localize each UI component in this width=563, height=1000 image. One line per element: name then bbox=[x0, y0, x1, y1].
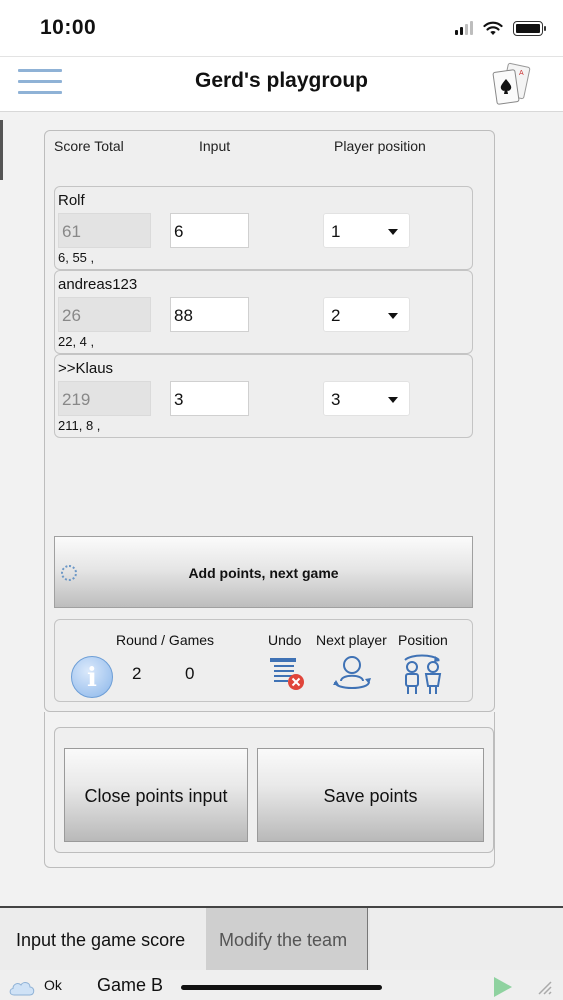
score-total-field: 61 bbox=[58, 213, 151, 248]
round-games-label: Round / Games bbox=[116, 632, 215, 648]
score-input[interactable]: 3 bbox=[170, 381, 249, 416]
tab-bar: Input the game score Modify the team bbox=[0, 906, 563, 970]
player-card-andreas123: andreas123 26 88 22, 4 , 2 bbox=[54, 270, 473, 354]
undo-list-icon[interactable] bbox=[268, 656, 308, 692]
resize-grip-icon bbox=[538, 981, 552, 995]
col-header-player-position: Player position bbox=[334, 138, 426, 154]
play-icon[interactable] bbox=[494, 977, 512, 997]
score-history: 22, 4 , bbox=[58, 334, 95, 349]
sync-status: Ok bbox=[44, 977, 62, 993]
caret-down-icon bbox=[388, 397, 398, 403]
left-edge-marker bbox=[0, 120, 3, 180]
svg-text:A: A bbox=[519, 70, 524, 77]
app-header: Gerd's playgroup A bbox=[0, 56, 563, 112]
add-points-label: Add points, next game bbox=[188, 565, 339, 581]
score-history: 211, 8 , bbox=[58, 418, 101, 433]
cloud-icon bbox=[9, 982, 35, 996]
round-stats-panel: i Round / Games 2 0 Undo Next player Pos… bbox=[54, 619, 473, 702]
score-total-field: 26 bbox=[58, 297, 151, 332]
battery-icon bbox=[513, 20, 546, 36]
status-bar: 10:00 bbox=[0, 0, 563, 56]
info-icon[interactable]: i bbox=[71, 656, 113, 698]
col-header-score-total: Score Total bbox=[54, 138, 124, 154]
footer-bar: Ok Game B bbox=[0, 970, 563, 1000]
tab-modify-team[interactable]: Modify the team bbox=[206, 908, 368, 970]
position-label: Position bbox=[398, 632, 448, 648]
round-value: 2 bbox=[132, 664, 142, 683]
undo-label: Undo bbox=[268, 632, 302, 648]
signal-icon bbox=[455, 21, 473, 35]
score-input[interactable]: 6 bbox=[170, 213, 249, 248]
player-name: >>Klaus bbox=[58, 360, 114, 377]
caret-down-icon bbox=[388, 313, 398, 319]
playing-cards-icon[interactable]: A bbox=[489, 61, 537, 109]
player-position-select[interactable]: 2 bbox=[323, 297, 410, 332]
score-total-field: 219 bbox=[58, 381, 151, 416]
player-name: andreas123 bbox=[58, 276, 138, 293]
games-value: 0 bbox=[185, 664, 195, 683]
status-time: 10:00 bbox=[40, 16, 97, 39]
page-title: Gerd's playgroup bbox=[194, 69, 369, 92]
player-position-value: 1 bbox=[331, 222, 341, 241]
status-icons bbox=[455, 19, 546, 37]
player-position-value: 3 bbox=[331, 390, 341, 409]
player-card-rolf: Rolf 61 6 6, 55 , 1 bbox=[54, 186, 473, 270]
position-swap-icon[interactable] bbox=[399, 652, 447, 696]
next-player-icon[interactable] bbox=[329, 654, 375, 694]
wifi-icon bbox=[483, 21, 503, 35]
tab-input-game-score[interactable]: Input the game score bbox=[0, 908, 206, 970]
next-player-label: Next player bbox=[316, 632, 387, 648]
player-position-select[interactable]: 1 bbox=[323, 213, 410, 248]
score-history: 6, 55 , bbox=[58, 250, 95, 265]
caret-down-icon bbox=[388, 229, 398, 235]
tab-bar-spacer bbox=[370, 908, 563, 970]
save-points-button[interactable]: Save points bbox=[257, 748, 484, 842]
score-input[interactable]: 88 bbox=[170, 297, 249, 332]
add-points-button[interactable]: Add points, next game bbox=[54, 536, 473, 608]
game-name: Game B bbox=[97, 975, 164, 995]
close-points-input-button[interactable]: Close points input bbox=[64, 748, 248, 842]
player-position-select[interactable]: 3 bbox=[323, 381, 410, 416]
player-card-klaus: >>Klaus 219 3 211, 8 , 3 bbox=[54, 354, 473, 438]
close-points-input-label: Close points input bbox=[84, 786, 228, 806]
player-position-value: 2 bbox=[331, 306, 341, 325]
save-points-label: Save points bbox=[323, 786, 418, 806]
home-indicator bbox=[181, 985, 382, 990]
player-name: Rolf bbox=[58, 192, 85, 209]
col-header-input: Input bbox=[199, 138, 231, 154]
